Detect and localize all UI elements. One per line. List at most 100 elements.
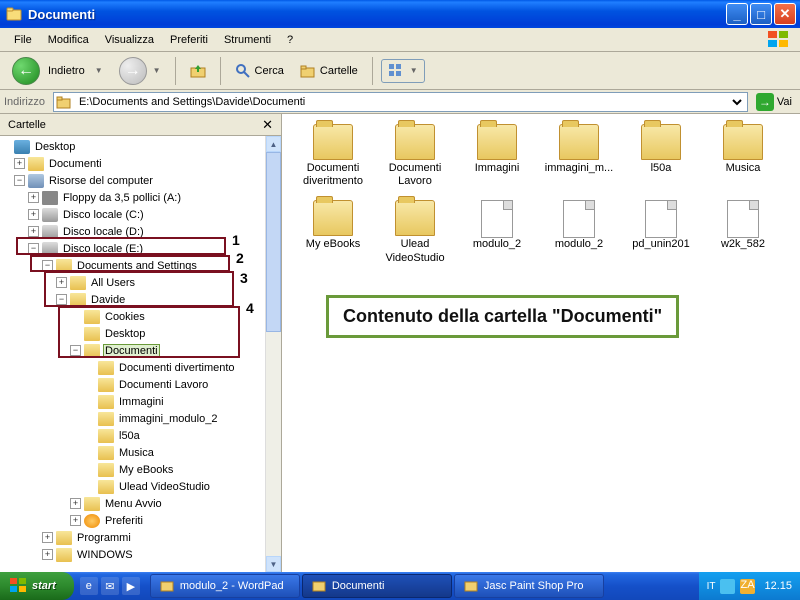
tree-toggle[interactable]: − [42, 260, 53, 271]
file-item[interactable]: w2k_582 [702, 200, 784, 264]
taskbar-task[interactable]: modulo_2 - WordPad [150, 574, 300, 598]
taskbar-task[interactable]: Documenti [302, 574, 452, 598]
chevron-down-icon[interactable]: ▼ [93, 66, 103, 75]
file-item[interactable]: Documenti Lavoro [374, 124, 456, 188]
main-panel[interactable]: Documenti diveritmentoDocumenti LavoroIm… [282, 114, 800, 572]
tree-item[interactable]: +Menu Avvio [0, 495, 265, 512]
menu-file[interactable]: File [6, 31, 40, 49]
tree-item[interactable]: + Preferiti [0, 512, 265, 529]
up-button[interactable] [184, 61, 212, 81]
callout-box: Contenuto della cartella "Documenti" [326, 295, 679, 338]
tree-toggle[interactable]: − [56, 294, 67, 305]
tree-toggle[interactable]: + [28, 226, 39, 237]
tree-item[interactable]: Musica [0, 444, 265, 461]
minimize-button[interactable]: _ [726, 3, 748, 25]
folder-icon [28, 157, 44, 171]
file-item[interactable]: Musica [702, 124, 784, 188]
menu-help[interactable]: ? [279, 31, 301, 49]
scroll-down-icon[interactable]: ▼ [266, 556, 281, 572]
search-button[interactable]: Cerca [229, 61, 290, 81]
tree-toggle[interactable]: + [70, 498, 81, 509]
ql-mail-icon[interactable]: ✉ [101, 577, 119, 595]
tree-item[interactable]: −Davide [0, 291, 265, 308]
tree-item[interactable]: Desktop [0, 138, 265, 155]
tree-item[interactable]: Desktop [0, 325, 265, 342]
tree-item[interactable]: +WINDOWS [0, 546, 265, 563]
tree-item[interactable]: immagini_modulo_2 [0, 410, 265, 427]
tree-toggle[interactable]: + [28, 192, 39, 203]
tree-toggle[interactable]: + [28, 209, 39, 220]
chevron-down-icon[interactable]: ▼ [151, 66, 161, 75]
views-button[interactable]: ▼ [381, 59, 425, 83]
tree-item[interactable]: + Disco locale (D:) [0, 223, 265, 240]
tree-item[interactable]: −Disco locale (E:) [0, 240, 265, 257]
tree-item[interactable]: +All Users [0, 274, 265, 291]
folder-icon [84, 344, 100, 358]
file-item[interactable]: Documenti diveritmento [292, 124, 374, 188]
file-item[interactable]: modulo_2 [538, 200, 620, 264]
tree-toggle[interactable]: + [42, 549, 53, 560]
file-icon [645, 200, 677, 238]
tree-item[interactable]: Immagini [0, 393, 265, 410]
start-button[interactable]: start [0, 572, 74, 600]
tray-icon[interactable]: ZA [740, 579, 755, 594]
search-icon [235, 63, 251, 79]
tree-item[interactable]: My eBooks [0, 461, 265, 478]
forward-button[interactable]: → ▼ [113, 55, 167, 87]
scrollbar-vertical[interactable]: ▲ ▼ [265, 136, 281, 572]
tree-toggle[interactable]: + [42, 532, 53, 543]
back-button[interactable]: ← Indietro ▼ [6, 55, 109, 87]
file-label: Documenti diveritmento [294, 162, 372, 188]
tree-item[interactable]: l50a [0, 427, 265, 444]
tree-toggle[interactable]: − [70, 345, 81, 356]
file-item[interactable]: Immagini [456, 124, 538, 188]
folder-icon [98, 395, 114, 409]
tree-toggle[interactable]: + [56, 277, 67, 288]
taskbar-task[interactable]: Jasc Paint Shop Pro [454, 574, 604, 598]
tree-item[interactable]: +Documenti [0, 155, 265, 172]
tree-item[interactable]: Documenti divertimento [0, 359, 265, 376]
tree-label: Preferiti [103, 514, 145, 528]
go-button[interactable]: → Vai [752, 91, 796, 113]
file-item[interactable]: pd_unin201 [620, 200, 702, 264]
tree-item[interactable]: −Documenti [0, 342, 265, 359]
menu-modifica[interactable]: Modifica [40, 31, 97, 49]
tree-label: Disco locale (D:) [61, 225, 146, 239]
clock[interactable]: 12.15 [760, 580, 792, 592]
tree-item[interactable]: +Floppy da 3,5 pollici (A:) [0, 189, 265, 206]
file-item[interactable]: My eBooks [292, 200, 374, 264]
computer-icon [28, 174, 44, 188]
folders-button[interactable]: Cartelle [294, 61, 364, 81]
language-indicator[interactable]: IT [707, 581, 716, 592]
file-item[interactable]: l50a [620, 124, 702, 188]
menu-preferiti[interactable]: Preferiti [162, 31, 216, 49]
menu-strumenti[interactable]: Strumenti [216, 31, 279, 49]
tree-toggle[interactable]: − [14, 175, 25, 186]
tree-item[interactable]: Cookies [0, 308, 265, 325]
menu-visualizza[interactable]: Visualizza [97, 31, 162, 49]
annotation-number: 1 [232, 232, 240, 248]
tree-item[interactable]: −Risorse del computer [0, 172, 265, 189]
file-item[interactable]: modulo_2 [456, 200, 538, 264]
tree-toggle[interactable]: − [28, 243, 39, 254]
maximize-button[interactable]: □ [750, 3, 772, 25]
tree-toggle[interactable]: + [70, 515, 81, 526]
content-area: Cartelle ✕ Desktop+Documenti−Risorse del… [0, 114, 800, 572]
file-item[interactable]: Ulead VideoStudio [374, 200, 456, 264]
folder-tree[interactable]: Desktop+Documenti−Risorse del computer+F… [0, 136, 265, 572]
tree-item[interactable]: Documenti Lavoro [0, 376, 265, 393]
close-icon[interactable]: ✕ [262, 117, 273, 133]
tree-item[interactable]: +Disco locale (C:) [0, 206, 265, 223]
tree-toggle[interactable]: + [14, 158, 25, 169]
tray-icon[interactable] [720, 579, 735, 594]
tree-item[interactable]: +Programmi [0, 529, 265, 546]
address-input[interactable]: E:\Documents and Settings\Davide\Documen… [53, 92, 748, 112]
ql-media-icon[interactable]: ▶ [122, 577, 140, 595]
file-item[interactable]: immagini_m... [538, 124, 620, 188]
close-button[interactable]: ✕ [774, 3, 796, 25]
tree-item[interactable]: −Documents and Settings [0, 257, 265, 274]
ql-ie-icon[interactable]: e [80, 577, 98, 595]
scroll-thumb[interactable] [266, 152, 281, 332]
scroll-up-icon[interactable]: ▲ [266, 136, 281, 152]
tree-item[interactable]: Ulead VideoStudio [0, 478, 265, 495]
